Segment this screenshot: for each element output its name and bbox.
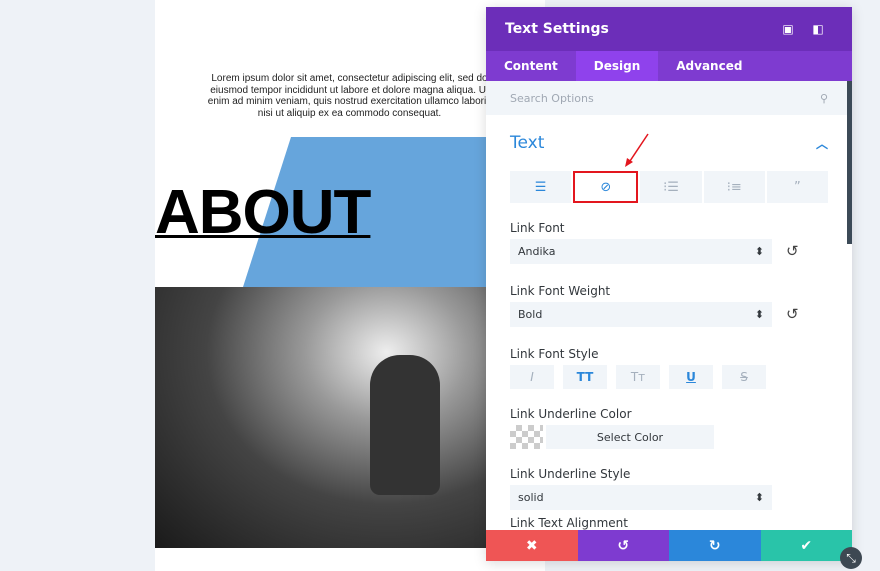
italic-button[interactable]: I: [510, 365, 554, 389]
sidebar-icon[interactable]: ◧: [803, 22, 833, 36]
save-button[interactable]: ✔: [760, 530, 852, 561]
link-text-alignment-label: Link Text Alignment: [510, 516, 628, 530]
undo-button[interactable]: ↺: [577, 530, 669, 561]
cancel-button[interactable]: ✖: [486, 530, 578, 561]
link-underline-style-select[interactable]: solid ⬍: [510, 485, 772, 510]
section-text-toggle[interactable]: Text ︿: [510, 115, 828, 171]
photo: [155, 287, 486, 548]
panel-footer: ✖ ↺ ↻ ✔: [486, 530, 852, 561]
tab-advanced[interactable]: Advanced: [658, 51, 760, 81]
link-font-weight-value: Bold: [518, 308, 543, 321]
link-font-weight-label: Link Font Weight: [510, 284, 611, 298]
uppercase-button[interactable]: TT: [563, 365, 607, 389]
select-arrows-icon: ⬍: [754, 491, 764, 504]
link-font-value: Andika: [518, 245, 556, 258]
search-placeholder: Search Options: [510, 91, 594, 105]
panel-header: Text Settings ▣ ◧: [486, 7, 852, 51]
chevron-up-icon: ︿: [815, 136, 828, 151]
strikethrough-button[interactable]: S: [722, 365, 766, 389]
align-left-icon[interactable]: ☰: [510, 171, 572, 203]
link-font-label: Link Font: [510, 221, 565, 235]
capitalize-button[interactable]: Tт: [616, 365, 660, 389]
text-subtabs: ☰ ⊘ ⁝☰ ⁝≡ ”: [510, 171, 829, 203]
select-arrows-icon: ⬍: [754, 308, 764, 321]
annotation-arrow: [625, 133, 649, 167]
link-font-weight-select[interactable]: Bold ⬍: [510, 302, 772, 327]
scrollbar[interactable]: [847, 81, 852, 244]
reset-icon[interactable]: ↺: [786, 307, 799, 322]
person-figure: [370, 355, 440, 495]
link-underline-style-label: Link Underline Style: [510, 467, 631, 481]
link-underline-style-value: solid: [518, 491, 544, 504]
lorem-text: Lorem ipsum dolor sit amet, consectetur …: [207, 73, 492, 119]
link-underline-color-label: Link Underline Color: [510, 407, 632, 421]
section-title: Text: [510, 133, 545, 153]
text-settings-panel: Text Settings ▣ ◧ Content Design Advance…: [486, 7, 852, 561]
search-icon: ⚲: [819, 91, 828, 105]
quote-icon[interactable]: ”: [766, 171, 829, 203]
ordered-list-icon[interactable]: ⁝≡: [703, 171, 765, 203]
tab-content[interactable]: Content: [486, 51, 576, 81]
link-font-style-label: Link Font Style: [510, 347, 599, 361]
panel-tabs: Content Design Advanced: [486, 51, 852, 81]
search-input[interactable]: Search Options ⚲: [486, 81, 852, 115]
link-font-select[interactable]: Andika ⬍: [510, 239, 772, 264]
reset-icon[interactable]: ↺: [786, 244, 799, 259]
link-icon[interactable]: ⊘: [573, 171, 639, 203]
color-swatch[interactable]: [510, 425, 543, 449]
about-heading: ABOUT: [155, 178, 371, 247]
select-color-button[interactable]: Select Color: [546, 425, 714, 449]
fullscreen-icon[interactable]: ▣: [773, 22, 803, 36]
list-icon[interactable]: ⁝☰: [640, 171, 702, 203]
tab-design[interactable]: Design: [575, 51, 659, 81]
underline-button[interactable]: U: [669, 365, 713, 389]
select-arrows-icon: ⬍: [754, 245, 764, 258]
redo-button[interactable]: ↻: [669, 530, 761, 561]
resize-icon[interactable]: ⤡: [840, 547, 862, 569]
panel-title: Text Settings: [505, 21, 609, 37]
